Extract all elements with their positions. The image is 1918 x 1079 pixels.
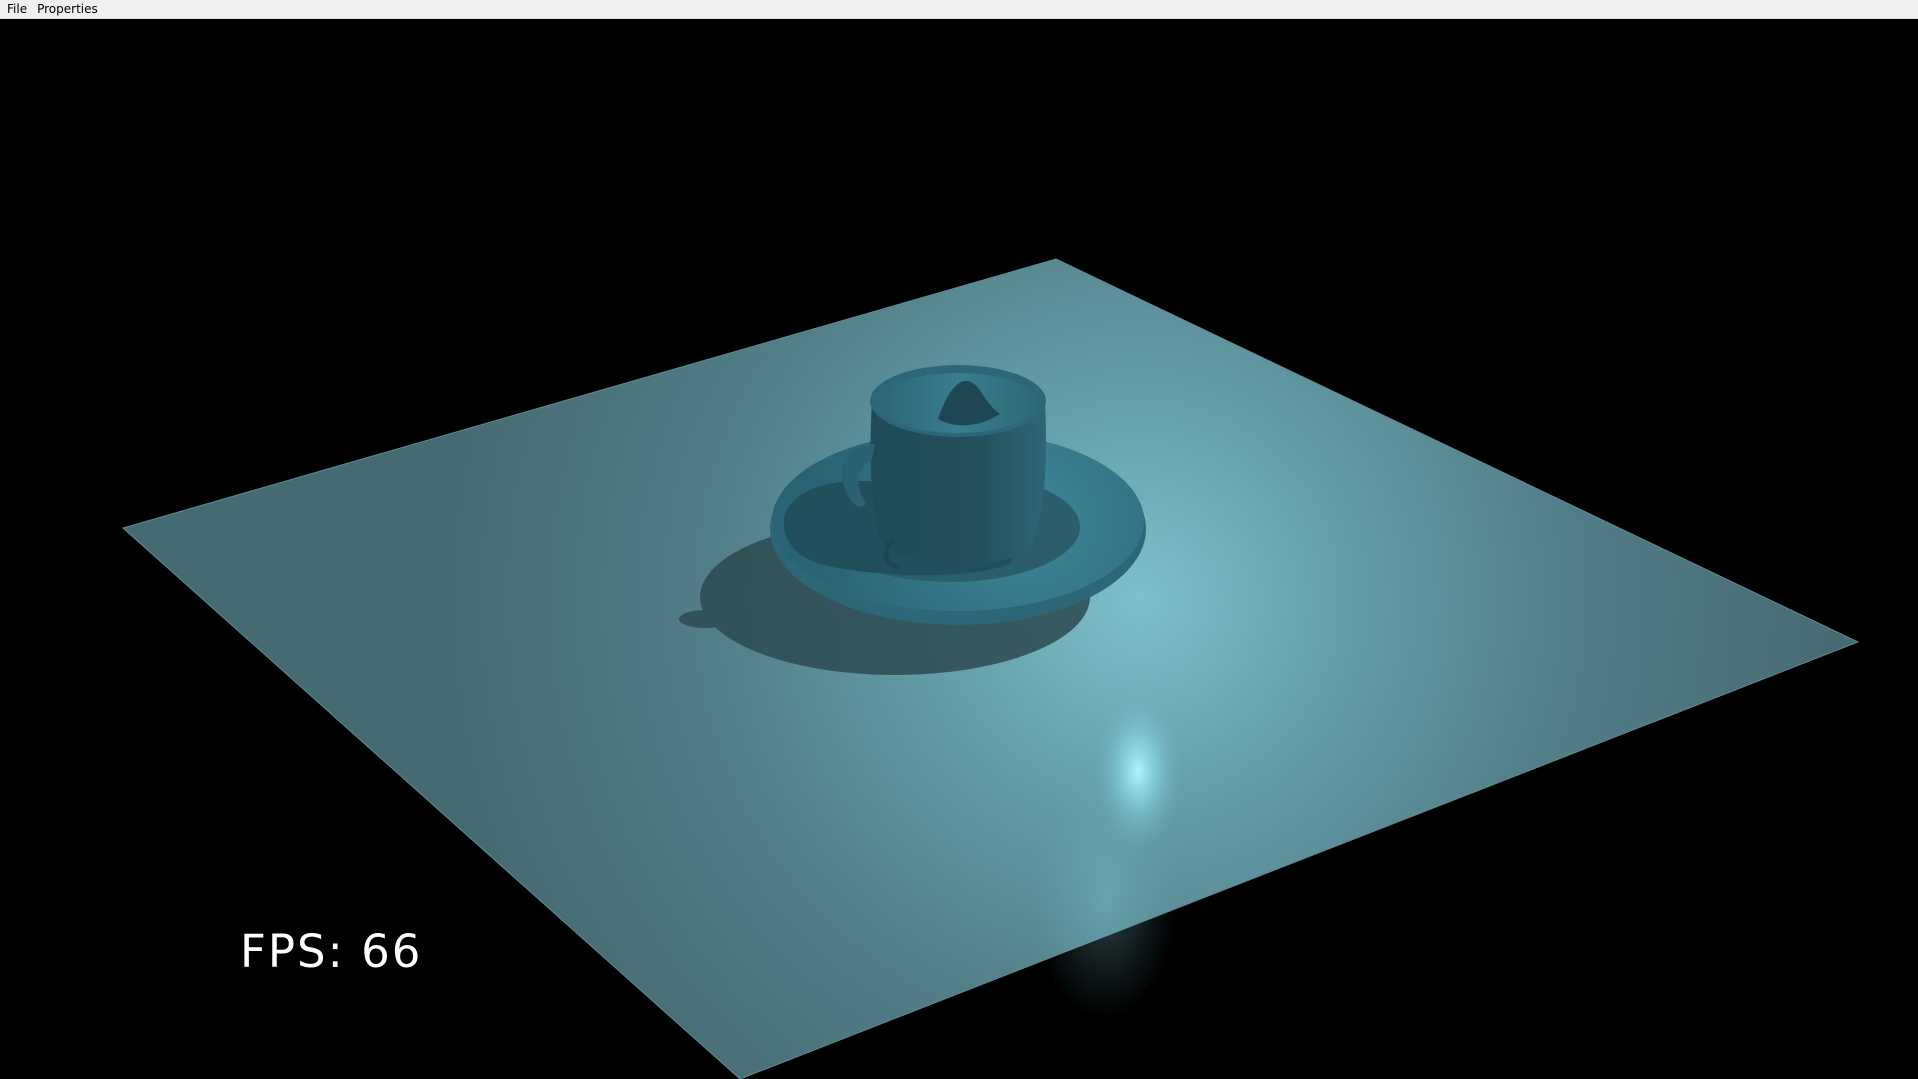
fps-label: FPS:	[240, 925, 345, 978]
menu-properties[interactable]: Properties	[32, 0, 103, 18]
menu-bar: File Properties	[0, 0, 1918, 19]
render-viewport[interactable]: FPS: 66	[0, 19, 1918, 1079]
specular-tail	[1025, 759, 1185, 1039]
scene-canvas	[121, 258, 1860, 1079]
menu-file[interactable]: File	[2, 0, 32, 18]
fps-counter: FPS: 66	[240, 925, 422, 978]
fps-value: 66	[361, 925, 423, 978]
